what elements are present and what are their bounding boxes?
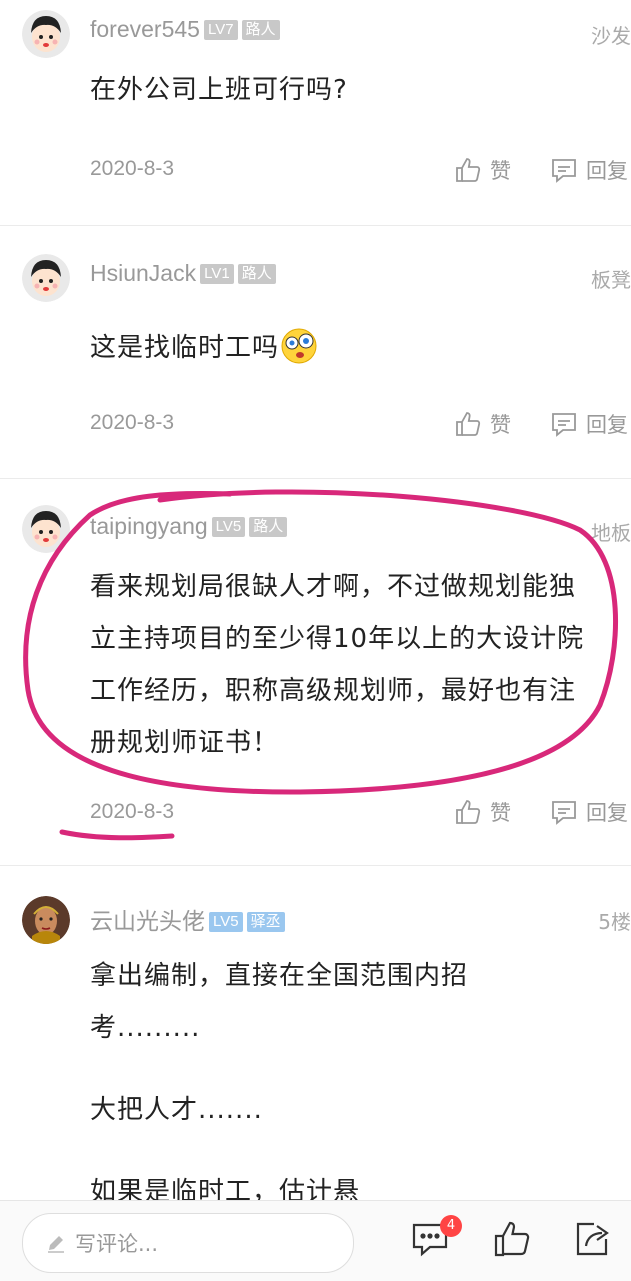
share-button[interactable] xyxy=(572,1219,612,1263)
comment-text-body: 这是找临时工吗 xyxy=(90,333,280,363)
comment-date: 2020-8-3 xyxy=(90,157,175,180)
reply-icon xyxy=(552,413,576,437)
share-icon xyxy=(576,1222,609,1256)
level-badge: LV5 xyxy=(209,912,243,932)
comment-text-line: 如果是临时工，估计悬 xyxy=(90,1177,361,1200)
comment-item: taipingyang LV5 路人 地板 看来规划局很缺人才啊，不过做规划能独立主… xyxy=(0,479,631,865)
username[interactable]: 云山光头佬 xyxy=(90,908,205,934)
reply-button[interactable]: 回复 xyxy=(550,407,628,441)
comment-item: HsiunJack LV1 路人 板凳 这是找临时工吗 2020-8-3 赞 回复 xyxy=(0,226,631,478)
rank-badge: 驿丞 xyxy=(246,912,285,932)
thumbs-up-icon xyxy=(456,800,481,824)
floor-label: 沙发 xyxy=(591,24,631,48)
floor-label: 板凳 xyxy=(591,268,631,292)
comment-text: 看来规划局很缺人才啊，不过做规划能独立主持项目的至少得10年以上的大设计院工作经… xyxy=(90,572,585,758)
rank-badge: 路人 xyxy=(241,20,280,40)
username-row: HsiunJack LV1 路人 xyxy=(90,260,276,287)
reply-icon xyxy=(552,801,576,825)
reply-label: 回复 xyxy=(586,413,628,437)
comment-text-line: 拿出编制，直接在全国范围内招考......... xyxy=(90,961,469,1043)
floor-label: 5楼 xyxy=(598,910,631,934)
username-row: taipingyang LV5 路人 xyxy=(90,513,288,540)
level-badge: LV5 xyxy=(211,517,246,537)
like-label: 赞 xyxy=(490,413,511,437)
rank-badge: 路人 xyxy=(237,264,276,284)
reply-label: 回复 xyxy=(586,801,628,825)
comment-item: 云山光头佬 LV5 驿丞 5楼 拿出编制，直接在全国范围内招考......... 大… xyxy=(0,866,631,1200)
like-button[interactable]: 赞 xyxy=(454,407,511,441)
floor-label: 地板 xyxy=(591,521,631,545)
reply-button[interactable]: 回复 xyxy=(550,795,628,829)
pencil-icon xyxy=(48,1236,64,1253)
comment-text-line: 大把人才....... xyxy=(90,1095,263,1125)
bottom-bar: 写评论... 4 xyxy=(0,1200,631,1281)
comment-input-placeholder: 写评论... xyxy=(75,1232,159,1256)
username[interactable]: forever545 xyxy=(90,16,200,42)
comment-item: forever545 LV7 路人 沙发 在外公司上班可行吗? 2020-8-3 赞… xyxy=(0,0,631,225)
username-row: 云山光头佬 LV5 驿丞 xyxy=(90,902,285,936)
comment-date: 2020-8-3 xyxy=(90,800,175,823)
avatar[interactable] xyxy=(22,505,70,553)
username[interactable]: taipingyang xyxy=(90,513,208,539)
username-row: forever545 LV7 路人 xyxy=(90,16,280,43)
thumbs-up-icon xyxy=(456,412,481,436)
rank-badge: 路人 xyxy=(249,517,288,537)
like-post-button[interactable] xyxy=(492,1219,532,1263)
notification-badge: 4 xyxy=(440,1215,462,1237)
username[interactable]: HsiunJack xyxy=(90,260,196,286)
level-badge: LV7 xyxy=(203,20,238,40)
thumbs-up-icon xyxy=(456,158,481,182)
reply-label: 回复 xyxy=(586,159,628,183)
like-label: 赞 xyxy=(490,801,511,825)
level-badge: LV1 xyxy=(200,264,234,284)
reply-button[interactable]: 回复 xyxy=(550,153,628,187)
thumbs-up-icon xyxy=(494,1221,530,1257)
avatar[interactable] xyxy=(22,10,70,58)
avatar[interactable] xyxy=(22,254,70,302)
reply-icon xyxy=(552,159,576,183)
surprised-face-emoji xyxy=(281,328,317,364)
avatar[interactable] xyxy=(22,896,70,944)
comment-text: 在外公司上班可行吗? xyxy=(90,75,348,105)
comment-date: 2020-8-3 xyxy=(90,411,175,434)
like-label: 赞 xyxy=(490,159,511,183)
like-button[interactable]: 赞 xyxy=(454,795,511,829)
like-button[interactable]: 赞 xyxy=(454,153,511,187)
comment-text: 这是找临时工吗 xyxy=(90,322,610,374)
comment-input[interactable]: 写评论... xyxy=(22,1213,354,1273)
